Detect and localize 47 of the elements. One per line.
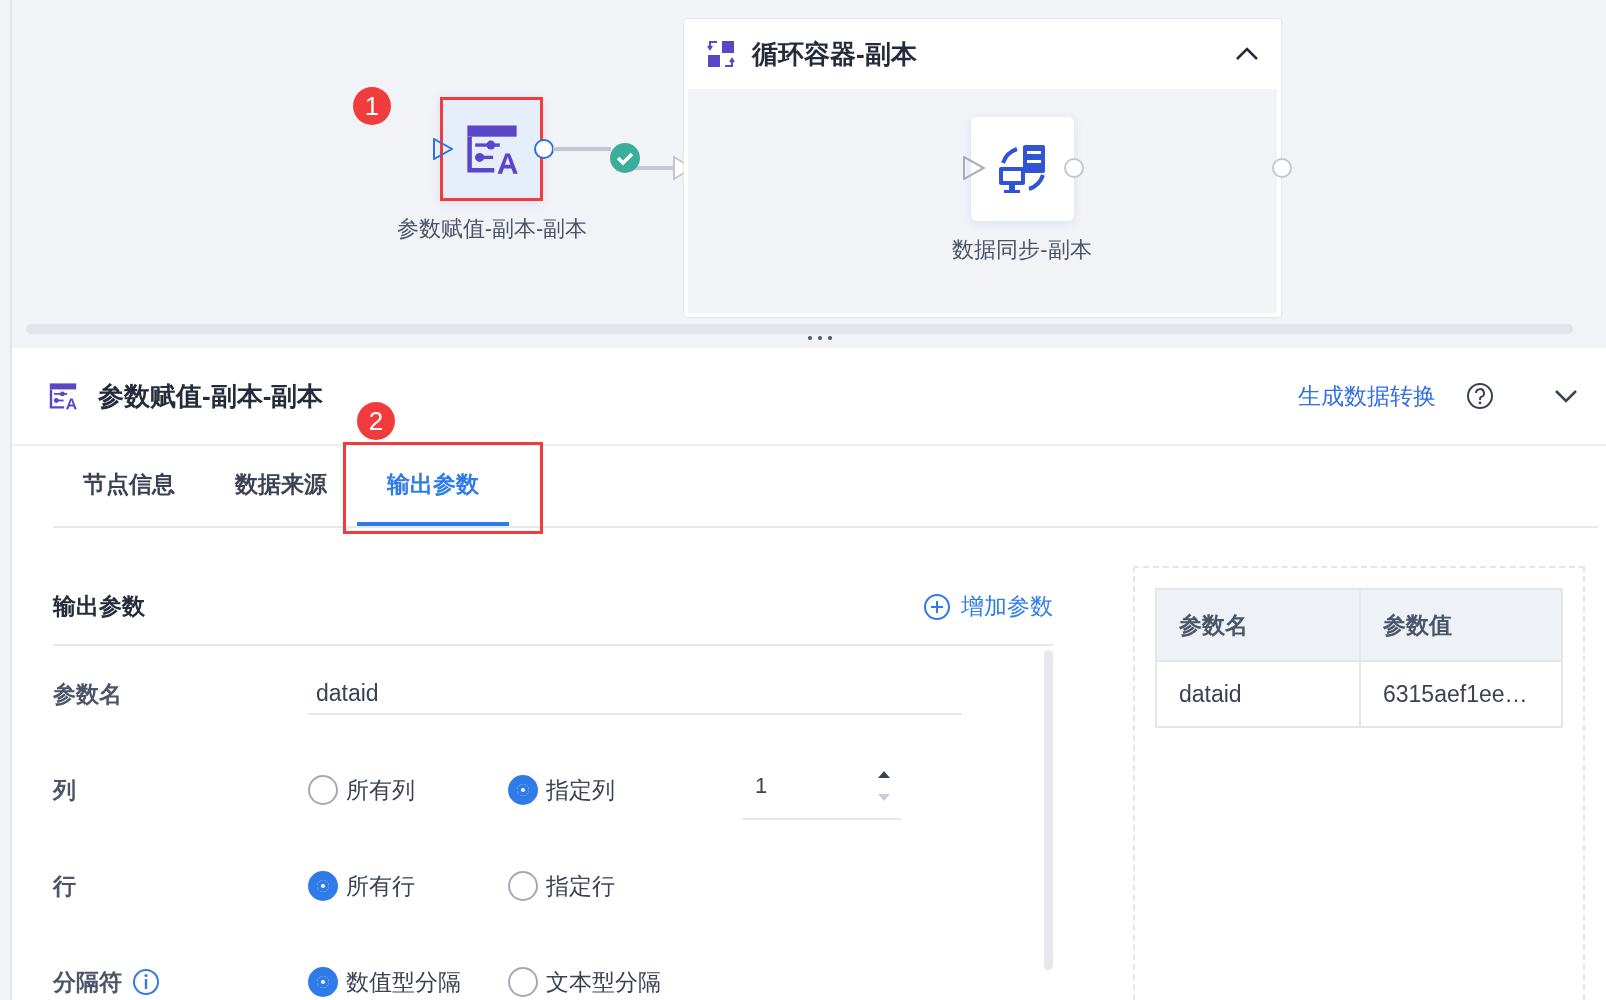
radio-button[interactable]	[508, 967, 538, 997]
node-card[interactable]	[440, 97, 543, 201]
info-icon[interactable]	[132, 968, 160, 996]
radio-button[interactable]	[508, 775, 538, 805]
radio-button[interactable]	[308, 775, 338, 805]
radio-label: 指定行	[546, 871, 615, 901]
resize-handle-icon[interactable]	[806, 334, 834, 342]
container-title: 循环容器-副本	[752, 37, 918, 71]
step-badge: 1	[353, 87, 391, 125]
tab[interactable]: 节点信息	[53, 446, 205, 526]
radio-label: 所有列	[346, 775, 415, 805]
radio-button[interactable]	[308, 967, 338, 997]
input-port-icon	[963, 156, 985, 180]
chevron-down-icon[interactable]	[1554, 389, 1578, 403]
column-header: 参数值	[1360, 589, 1562, 661]
step-badge: 2	[357, 402, 395, 440]
radio-label: 指定列	[546, 775, 615, 805]
help-icon[interactable]	[1466, 382, 1494, 410]
radio-label: 文本型分隔	[546, 967, 661, 997]
number-field[interactable]: 1	[743, 760, 901, 820]
radio-button[interactable]	[508, 871, 538, 901]
scrollbar[interactable]	[1044, 650, 1053, 970]
radio-label: 所有行	[346, 871, 415, 901]
loop-icon	[706, 39, 736, 69]
field-label: 分隔符	[53, 967, 122, 997]
output-port-icon	[1272, 158, 1292, 178]
radio-label: 数值型分隔	[346, 967, 461, 997]
table-cell: 6315aef1ee…	[1360, 661, 1562, 727]
input-port-icon	[433, 138, 453, 160]
field-label: 行	[53, 871, 76, 901]
radio-button[interactable]	[308, 871, 338, 901]
field-label: 列	[53, 775, 76, 805]
add-icon	[923, 592, 951, 621]
parameter-icon	[48, 381, 78, 411]
add-parameter-button[interactable]: 增加参数	[923, 591, 1053, 622]
generate-link[interactable]: 生成数据转换	[1298, 380, 1436, 412]
node-card[interactable]	[971, 117, 1074, 221]
tab[interactable]: 数据来源	[205, 446, 357, 526]
panel-title: 参数赋值-副本-副本	[98, 379, 325, 413]
section-title: 输出参数	[53, 592, 145, 621]
chevron-up-icon[interactable]	[1235, 47, 1259, 61]
node-label: 数据同步-副本	[952, 236, 1092, 264]
node-label: 参数赋值-副本-副本	[396, 215, 588, 243]
tab[interactable]: 输出参数	[357, 446, 509, 526]
field-label: 参数名	[53, 679, 122, 709]
table-cell: dataid	[1156, 661, 1360, 727]
column-header: 参数名	[1156, 589, 1360, 661]
